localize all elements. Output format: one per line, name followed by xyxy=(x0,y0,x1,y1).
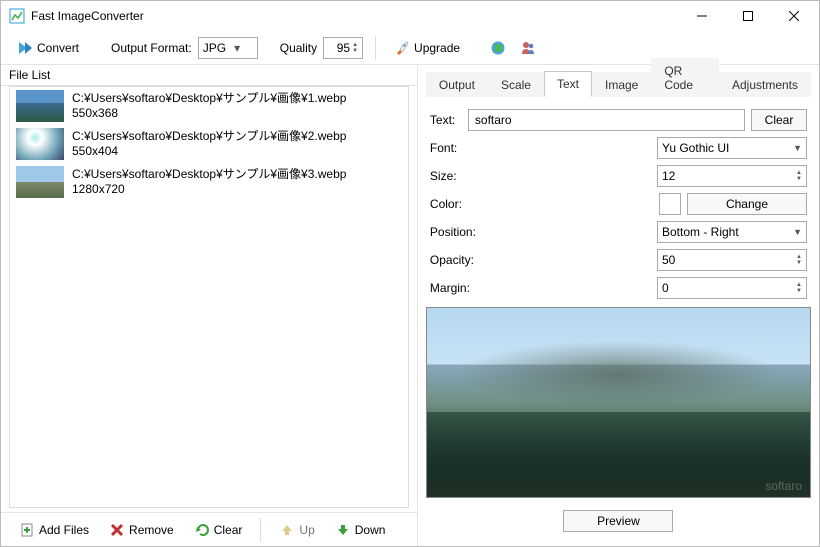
thumbnail xyxy=(16,128,64,160)
down-arrow-icon xyxy=(335,522,351,538)
titlebar: Fast ImageConverter xyxy=(1,1,819,31)
up-button[interactable]: Up xyxy=(271,518,322,542)
convert-label: Convert xyxy=(37,41,79,55)
size-input[interactable]: 12 ▲▼ xyxy=(657,165,807,187)
text-label: Text: xyxy=(430,113,462,127)
output-format-value: JPG xyxy=(203,41,226,55)
rocket-icon xyxy=(394,40,410,56)
tab-text[interactable]: Text xyxy=(544,71,592,97)
file-dims: 550x368 xyxy=(72,106,346,121)
window-title: Fast ImageConverter xyxy=(31,9,679,23)
about-button[interactable] xyxy=(516,36,540,60)
quality-value[interactable] xyxy=(328,41,350,55)
list-item[interactable]: C:¥Users¥softaro¥Desktop¥サンプル¥画像¥2.webp … xyxy=(10,125,408,163)
convert-button[interactable]: Convert xyxy=(11,36,85,60)
text-input[interactable] xyxy=(468,109,745,131)
list-item[interactable]: C:¥Users¥softaro¥Desktop¥サンプル¥画像¥1.webp … xyxy=(10,87,408,125)
output-format-select[interactable]: JPG ▾ xyxy=(198,37,258,59)
remove-button[interactable]: Remove xyxy=(101,518,182,542)
chevron-down-icon: ▼ xyxy=(793,227,802,237)
maximize-button[interactable] xyxy=(725,1,771,31)
file-dims: 550x404 xyxy=(72,144,346,159)
opacity-spinner[interactable]: ▲▼ xyxy=(796,254,802,266)
add-icon xyxy=(19,522,35,538)
position-select[interactable]: Bottom - Right ▼ xyxy=(657,221,807,243)
size-value: 12 xyxy=(662,169,794,183)
clear-button[interactable]: Clear xyxy=(186,518,251,542)
globe-icon xyxy=(490,40,506,56)
down-label: Down xyxy=(355,523,386,537)
clear-text-button[interactable]: Clear xyxy=(751,109,807,131)
add-files-label: Add Files xyxy=(39,523,89,537)
opacity-value: 50 xyxy=(662,253,794,267)
margin-label: Margin: xyxy=(430,281,510,295)
upgrade-label: Upgrade xyxy=(414,41,460,55)
people-icon xyxy=(520,40,536,56)
clear-label: Clear xyxy=(214,523,243,537)
size-label: Size: xyxy=(430,169,510,183)
file-path: C:¥Users¥softaro¥Desktop¥サンプル¥画像¥2.webp xyxy=(72,129,346,144)
file-list[interactable]: C:¥Users¥softaro¥Desktop¥サンプル¥画像¥1.webp … xyxy=(9,86,409,508)
output-format-label: Output Format: xyxy=(111,41,192,55)
change-color-button[interactable]: Change xyxy=(687,193,807,215)
up-arrow-icon xyxy=(279,522,295,538)
tab-image[interactable]: Image xyxy=(592,72,651,97)
thumbnail xyxy=(16,90,64,122)
upgrade-button[interactable]: Upgrade xyxy=(388,36,466,60)
separator xyxy=(375,36,376,60)
file-list-header: File List xyxy=(1,65,417,86)
quality-label: Quality xyxy=(280,41,317,55)
convert-icon xyxy=(17,40,33,56)
separator xyxy=(260,518,261,542)
up-label: Up xyxy=(299,523,314,537)
file-path: C:¥Users¥softaro¥Desktop¥サンプル¥画像¥3.webp xyxy=(72,167,346,182)
file-dims: 1280x720 xyxy=(72,182,346,197)
size-spinner[interactable]: ▲▼ xyxy=(796,170,802,182)
remove-icon xyxy=(109,522,125,538)
chevron-down-icon: ▼ xyxy=(793,143,802,153)
preview-image: softaro xyxy=(427,308,810,497)
list-item[interactable]: C:¥Users¥softaro¥Desktop¥サンプル¥画像¥3.webp … xyxy=(10,163,408,201)
tab-output[interactable]: Output xyxy=(426,72,488,97)
file-list-toolbar: Add Files Remove Clear Up Down xyxy=(1,512,417,546)
language-button[interactable] xyxy=(486,36,510,60)
font-value: Yu Gothic UI xyxy=(662,141,793,155)
quality-spinner[interactable]: ▲▼ xyxy=(352,42,358,54)
margin-spinner[interactable]: ▲▼ xyxy=(796,282,802,294)
minimize-button[interactable] xyxy=(679,1,725,31)
preview-pane: softaro xyxy=(426,307,811,498)
tab-adjustments[interactable]: Adjustments xyxy=(719,72,811,97)
clear-icon xyxy=(194,522,210,538)
tab-scale[interactable]: Scale xyxy=(488,72,544,97)
add-files-button[interactable]: Add Files xyxy=(11,518,97,542)
opacity-input[interactable]: 50 ▲▼ xyxy=(657,249,807,271)
app-icon xyxy=(9,8,25,24)
watermark-text: softaro xyxy=(765,479,802,493)
thumbnail xyxy=(16,166,64,198)
opacity-label: Opacity: xyxy=(430,253,510,267)
margin-input[interactable]: 0 ▲▼ xyxy=(657,277,807,299)
color-label: Color: xyxy=(430,197,510,211)
font-select[interactable]: Yu Gothic UI ▼ xyxy=(657,137,807,159)
down-button[interactable]: Down xyxy=(327,518,394,542)
tabs: Output Scale Text Image QR Code Adjustme… xyxy=(426,69,811,97)
position-label: Position: xyxy=(430,225,510,239)
text-settings-form: Text: Clear Font: Yu Gothic UI ▼ Size: 1… xyxy=(426,103,811,301)
close-button[interactable] xyxy=(771,1,817,31)
font-label: Font: xyxy=(430,141,510,155)
position-value: Bottom - Right xyxy=(662,225,793,239)
margin-value: 0 xyxy=(662,281,794,295)
tab-qr-code[interactable]: QR Code xyxy=(651,58,719,97)
chevron-down-icon: ▾ xyxy=(230,41,244,55)
color-swatch xyxy=(659,193,681,215)
file-path: C:¥Users¥softaro¥Desktop¥サンプル¥画像¥1.webp xyxy=(72,91,346,106)
remove-label: Remove xyxy=(129,523,174,537)
preview-button[interactable]: Preview xyxy=(563,510,673,532)
quality-input[interactable]: ▲▼ xyxy=(323,37,363,59)
